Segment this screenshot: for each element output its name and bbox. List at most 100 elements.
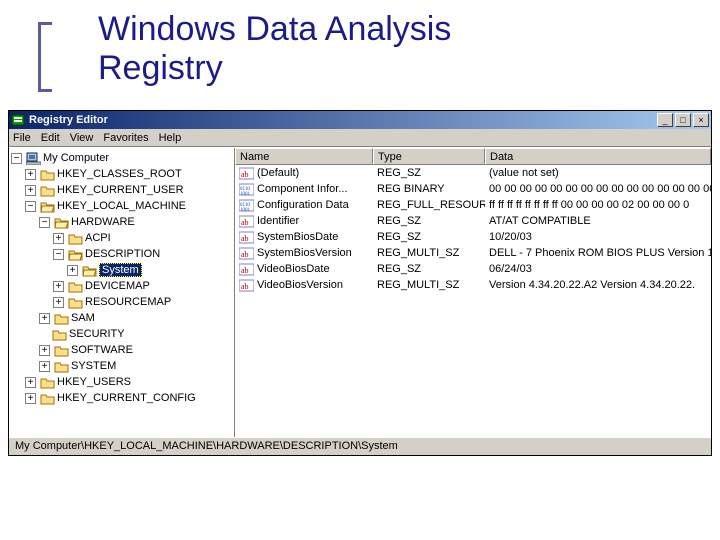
- value-name: SystemBiosVersion: [257, 247, 352, 259]
- tree-item-hardware[interactable]: − HARDWARE: [11, 214, 232, 230]
- cell-type: REG_SZ: [373, 263, 485, 275]
- statusbar: My Computer\HKEY_LOCAL_MACHINE\HARDWARE\…: [9, 437, 711, 455]
- svg-text:ab: ab: [241, 218, 249, 227]
- collapse-icon[interactable]: −: [53, 249, 64, 260]
- folder-icon: [54, 344, 69, 357]
- slide-title: Windows Data Analysis Registry: [98, 10, 720, 88]
- tree-item-hkcc[interactable]: + HKEY_CURRENT_CONFIG: [11, 390, 232, 406]
- expand-icon[interactable]: +: [39, 313, 50, 324]
- list-item[interactable]: 01101001Configuration DataREG_FULL_RESOU…: [235, 197, 711, 213]
- status-path: My Computer\HKEY_LOCAL_MACHINE\HARDWARE\…: [15, 440, 398, 452]
- tree-item-sam[interactable]: + SAM: [11, 310, 232, 326]
- list-item[interactable]: 01101001Component Infor...REG BINARY00 0…: [235, 181, 711, 197]
- tree-label: SAM: [71, 312, 95, 324]
- menu-edit[interactable]: Edit: [41, 132, 60, 144]
- svg-text:ab: ab: [241, 170, 249, 179]
- value-name: Identifier: [257, 215, 299, 227]
- string-value-icon: ab: [239, 263, 254, 276]
- slide-title-line2: Registry: [98, 49, 223, 87]
- collapse-icon[interactable]: −: [11, 153, 22, 164]
- cell-data: (value not set): [485, 167, 711, 179]
- window-controls: _ □ ×: [657, 113, 709, 127]
- string-value-icon: ab: [239, 231, 254, 244]
- expand-icon[interactable]: +: [25, 393, 36, 404]
- expand-icon[interactable]: +: [53, 297, 64, 308]
- svg-text:ab: ab: [241, 250, 249, 259]
- cell-data: DELL - 7 Phoenix ROM BIOS PLUS Version 1…: [485, 247, 711, 259]
- svg-text:1001: 1001: [240, 192, 251, 196]
- tree-label: SECURITY: [69, 328, 125, 340]
- maximize-button[interactable]: □: [675, 113, 691, 127]
- menu-favorites[interactable]: Favorites: [103, 132, 148, 144]
- tree-item-description[interactable]: − DESCRIPTION: [11, 246, 232, 262]
- list-item[interactable]: abVideoBiosVersionREG_MULTI_SZVersion 4.…: [235, 277, 711, 293]
- expand-icon[interactable]: +: [39, 361, 50, 372]
- list-item[interactable]: abSystemBiosDateREG_SZ10/20/03: [235, 229, 711, 245]
- header-name[interactable]: Name: [235, 148, 373, 165]
- registry-tree[interactable]: − My Computer + HKEY_CLASSES_ROOT + HKEY…: [9, 148, 235, 437]
- minimize-button[interactable]: _: [657, 113, 673, 127]
- cell-name: ab SystemBiosVersion: [235, 247, 373, 260]
- svg-text:ab: ab: [241, 234, 249, 243]
- tree-label: HKEY_LOCAL_MACHINE: [57, 200, 186, 212]
- folder-icon: [40, 376, 55, 389]
- tree-item-hku[interactable]: + HKEY_USERS: [11, 374, 232, 390]
- collapse-icon[interactable]: −: [39, 217, 50, 228]
- folder-icon: [40, 168, 55, 181]
- tree-label: My Computer: [43, 152, 109, 164]
- tree-item-devicemap[interactable]: + DEVICEMAP: [11, 278, 232, 294]
- expand-icon[interactable]: +: [39, 345, 50, 356]
- cell-name: abVideoBiosVersion: [235, 279, 373, 292]
- cell-type: REG_SZ: [373, 215, 485, 227]
- titlebar[interactable]: Registry Editor _ □ ×: [9, 111, 711, 129]
- folder-icon: [68, 232, 83, 245]
- binary-value-icon: 01101001: [239, 199, 254, 212]
- string-value-icon: ab: [239, 247, 254, 260]
- list-item[interactable]: ab Identifier REG_SZAT/AT COMPATIBLE: [235, 213, 711, 229]
- cell-data: AT/AT COMPATIBLE: [485, 215, 711, 227]
- cell-data: ff ff ff ff ff ff ff ff 00 00 00 00 02 0…: [485, 199, 711, 211]
- folder-open-icon: [40, 200, 55, 213]
- tree-item-resourcemap[interactable]: + RESOURCEMAP: [11, 294, 232, 310]
- list-item[interactable]: ab(Default)REG_SZ(value not set): [235, 165, 711, 181]
- menu-help[interactable]: Help: [159, 132, 182, 144]
- list-item[interactable]: ab SystemBiosVersion REG_MULTI_SZDELL - 7 …: [235, 245, 711, 261]
- tree-label: DESCRIPTION: [85, 248, 160, 260]
- tree-item-hkcr[interactable]: + HKEY_CLASSES_ROOT: [11, 166, 232, 182]
- tree-item-hklm[interactable]: − HKEY_LOCAL_MACHINE: [11, 198, 232, 214]
- string-value-icon: ab: [239, 215, 254, 228]
- tree-item-acpi[interactable]: + ACPI: [11, 230, 232, 246]
- folder-icon: [68, 280, 83, 293]
- cell-type: REG BINARY: [373, 183, 485, 195]
- list-item[interactable]: abVideoBiosDateREG_SZ06/24/03: [235, 261, 711, 277]
- folder-icon: [52, 328, 67, 341]
- expand-icon[interactable]: +: [53, 281, 64, 292]
- header-type[interactable]: Type: [373, 148, 485, 165]
- close-button[interactable]: ×: [693, 113, 709, 127]
- tree-label-selected: System: [99, 263, 142, 277]
- tree-item-security[interactable]: SECURITY: [11, 326, 232, 342]
- menu-view[interactable]: View: [70, 132, 94, 144]
- cell-type: REG_MULTI_SZ: [373, 247, 485, 259]
- tree-item-software[interactable]: + SOFTWARE: [11, 342, 232, 358]
- tree-item-system[interactable]: + SYSTEM: [11, 358, 232, 374]
- expand-icon[interactable]: +: [25, 377, 36, 388]
- tree-root[interactable]: − My Computer: [11, 150, 232, 166]
- tree-label: HKEY_CURRENT_CONFIG: [57, 392, 196, 404]
- expand-icon[interactable]: +: [67, 265, 78, 276]
- expand-icon[interactable]: +: [25, 169, 36, 180]
- collapse-icon[interactable]: −: [25, 201, 36, 212]
- client-area: − My Computer + HKEY_CLASSES_ROOT + HKEY…: [9, 147, 711, 437]
- expand-icon[interactable]: +: [53, 233, 64, 244]
- tree-label: SYSTEM: [71, 360, 116, 372]
- slide-accent-icon: [38, 22, 52, 92]
- value-name: Component Infor...: [257, 183, 348, 195]
- tree-item-system-selected[interactable]: + System: [11, 262, 232, 278]
- header-data[interactable]: Data: [485, 148, 711, 165]
- menu-file[interactable]: File: [13, 132, 31, 144]
- cell-type: REG_FULL_RESOUR ..: [373, 199, 485, 211]
- tree-item-hkcu[interactable]: + HKEY_CURRENT_USER: [11, 182, 232, 198]
- expand-icon[interactable]: +: [25, 185, 36, 196]
- values-listview[interactable]: Name Type Data ab(Default)REG_SZ(value n…: [235, 148, 711, 437]
- string-value-icon: ab: [239, 167, 254, 180]
